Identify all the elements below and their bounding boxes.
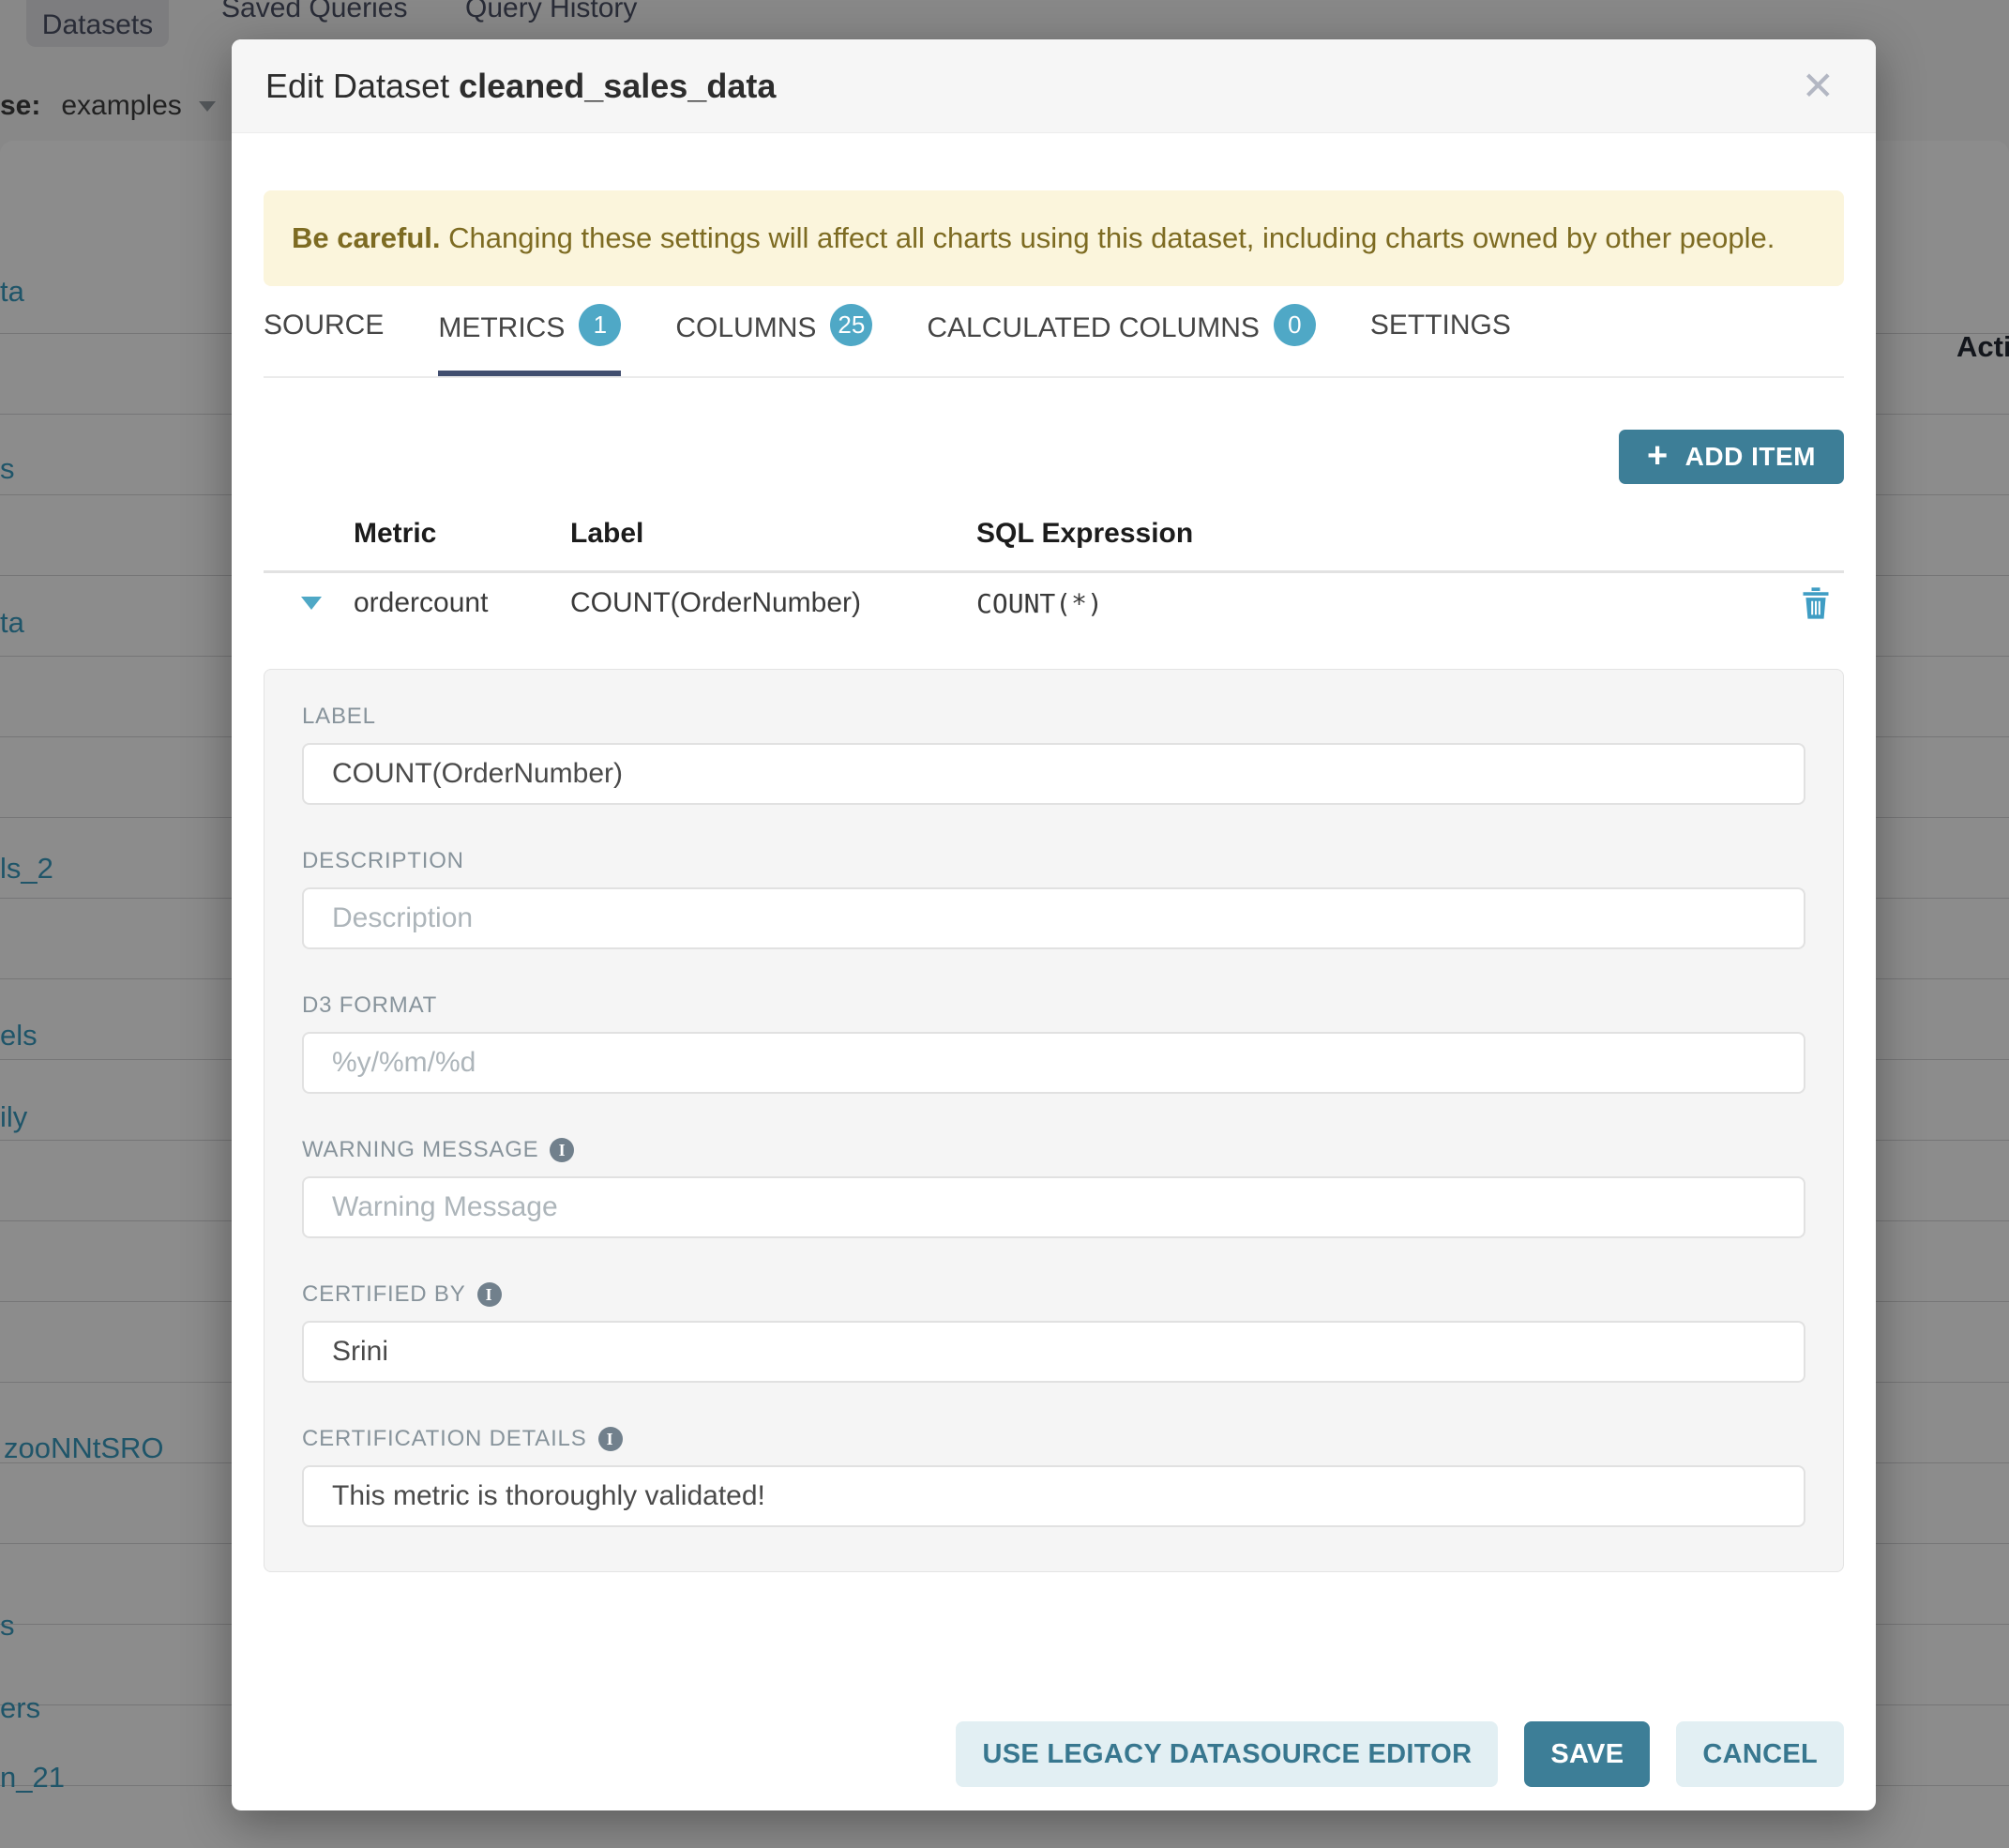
info-icon: i [598,1427,623,1451]
col-header-label: Label [570,518,976,550]
label-field-label: LABEL [302,704,376,730]
certification-details-field: CERTIFICATION DETAILS i [302,1426,1805,1527]
metrics-table-header: Metric Label SQL Expression [264,518,1844,573]
modal-footer: USE LEGACY DATASOURCE EDITOR SAVE CANCEL [956,1721,1844,1787]
save-button[interactable]: SAVE [1524,1721,1650,1787]
warning-message-input[interactable] [302,1176,1805,1238]
tab-bar: SOURCE METRICS 1 COLUMNS 25 CALCULATED C… [264,310,1844,378]
warning-banner-bold: Be careful. [292,221,441,254]
metrics-toolbar: + ADD ITEM [264,430,1844,484]
description-input[interactable] [302,887,1805,949]
tab-source[interactable]: SOURCE [264,310,384,371]
info-icon: i [477,1282,502,1307]
modal-title-dataset-name: cleaned_sales_data [459,67,776,105]
modal-title: Edit Dataset cleaned_sales_data [265,67,776,106]
col-header-metric: Metric [354,518,570,550]
d3-format-input[interactable] [302,1032,1805,1094]
tab-columns[interactable]: COLUMNS 25 [675,310,872,376]
description-field-label: DESCRIPTION [302,848,464,874]
warning-message-field: WARNING MESSAGE i [302,1137,1805,1238]
info-icon: i [550,1138,574,1162]
metric-label: COUNT(OrderNumber) [570,587,976,619]
metric-name: ordercount [354,587,570,619]
description-field: DESCRIPTION [302,848,1805,949]
trash-icon [1801,586,1831,620]
certified-by-input[interactable] [302,1321,1805,1383]
warning-message-field-label: WARNING MESSAGE [302,1137,538,1163]
use-legacy-datasource-editor-button[interactable]: USE LEGACY DATASOURCE EDITOR [956,1721,1498,1787]
metric-sql-expression: COUNT(*) [976,588,1801,619]
columns-count-badge: 25 [830,304,872,346]
certified-by-field-label: CERTIFIED BY [302,1281,466,1308]
caret-down-icon[interactable] [301,597,322,610]
edit-dataset-modal: Edit Dataset cleaned_sales_data ✕ Be car… [232,39,1876,1810]
tab-calculated-columns[interactable]: CALCULATED COLUMNS 0 [927,310,1316,376]
tab-settings[interactable]: SETTINGS [1370,310,1511,371]
d3-format-field-label: D3 FORMAT [302,992,437,1019]
metric-row: ordercount COUNT(OrderNumber) COUNT(*) [264,573,1844,648]
tab-metrics[interactable]: METRICS 1 [438,310,621,376]
warning-banner-text: Changing these settings will affect all … [441,221,1775,254]
modal-header: Edit Dataset cleaned_sales_data ✕ [232,39,1876,133]
metrics-count-badge: 1 [579,304,621,346]
certification-details-input[interactable] [302,1465,1805,1527]
add-item-button[interactable]: + ADD ITEM [1619,430,1844,484]
delete-metric-button[interactable] [1801,586,1844,620]
cancel-button[interactable]: CANCEL [1676,1721,1844,1787]
close-icon[interactable]: ✕ [1794,63,1842,110]
label-input[interactable] [302,743,1805,805]
col-header-sql-expression: SQL Expression [976,518,1801,550]
label-field: LABEL [302,704,1805,805]
calculated-columns-count-badge: 0 [1274,304,1316,346]
d3-format-field: D3 FORMAT [302,992,1805,1094]
metric-detail-panel: LABEL DESCRIPTION D3 FORMAT WARNING MESS… [264,669,1844,1572]
certification-details-field-label: CERTIFICATION DETAILS [302,1426,587,1452]
certified-by-field: CERTIFIED BY i [302,1281,1805,1383]
modal-body: Be careful. Changing these settings will… [232,190,1876,1572]
modal-title-prefix: Edit Dataset [265,67,449,105]
warning-banner: Be careful. Changing these settings will… [264,190,1844,286]
